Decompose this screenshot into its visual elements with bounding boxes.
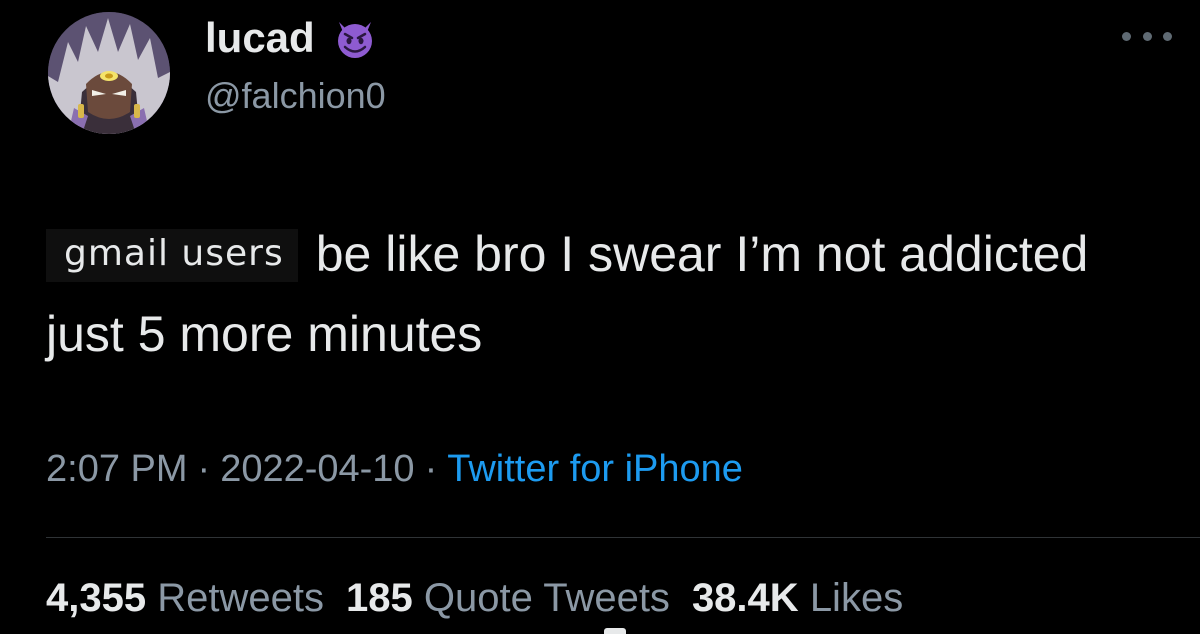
- tweet-date[interactable]: 2022-04-10: [220, 448, 414, 490]
- likes-stat[interactable]: 38.4K Likes: [692, 576, 903, 620]
- display-name-text: lucad: [205, 14, 315, 61]
- divider: [46, 537, 1200, 538]
- tweet-time[interactable]: 2:07 PM: [46, 448, 188, 490]
- retweets-count: 4,355: [46, 576, 147, 620]
- quotes-label: Quote Tweets: [423, 576, 670, 620]
- likes-label: Likes: [809, 576, 904, 620]
- tweet-stats: 4,355 Retweets 185 Quote Tweets 38.4K Like…: [46, 578, 925, 618]
- user-avatar[interactable]: [48, 12, 170, 134]
- meta-separator: ·: [197, 448, 211, 490]
- user-handle[interactable]: @falchion0: [205, 78, 386, 114]
- likes-count: 38.4K: [691, 576, 799, 620]
- quotes-count: 185: [345, 576, 413, 620]
- more-dot: [1142, 31, 1152, 41]
- gmail-users-snippet: gmail users: [46, 229, 298, 282]
- retweets-label: Retweets: [157, 576, 324, 620]
- more-dot: [1122, 31, 1131, 41]
- retweets-stat[interactable]: 4,355 Retweets: [46, 576, 324, 620]
- avatar-image: [48, 12, 170, 134]
- cropped-action-bar-edge: [604, 628, 626, 634]
- more-options-icon[interactable]: [1122, 26, 1172, 46]
- tweet-text: gmail users be like bro I swear I’m not a…: [46, 214, 1166, 374]
- tweet-source-link[interactable]: Twitter for iPhone: [447, 448, 743, 490]
- quote-tweets-stat[interactable]: 185 Quote Tweets: [346, 576, 670, 620]
- tweet-card: lucad @falchion0 gmail users be like bro …: [0, 0, 1200, 634]
- meta-separator: ·: [424, 448, 438, 490]
- smiling-imp-icon: [333, 16, 377, 60]
- more-dot: [1163, 31, 1172, 41]
- display-name[interactable]: lucad: [205, 16, 377, 60]
- tweet-meta: 2:07 PM · 2022-04-10 · Twitter for iPhone: [46, 450, 743, 488]
